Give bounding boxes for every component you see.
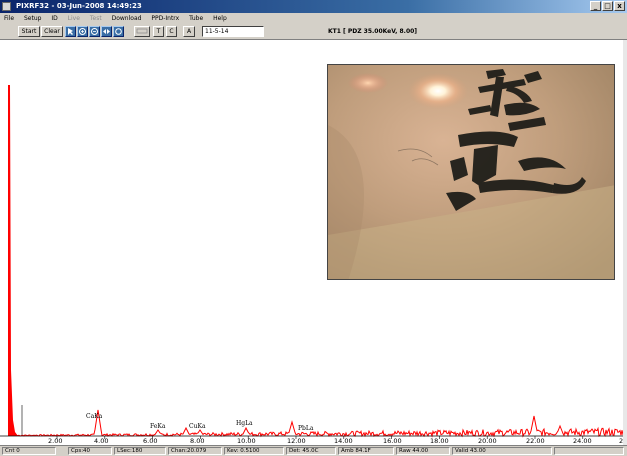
close-button[interactable]: x (614, 1, 625, 11)
disabled-tool-button[interactable] (134, 26, 150, 37)
peak-label-cuka: CuKa (189, 423, 206, 430)
maximize-button[interactable]: □ (602, 1, 613, 11)
status-bar: Cnt 0 Cps:40 LSec:180 Chan:20.079 Kev: 0… (0, 445, 627, 456)
tick-label: 4.00 (94, 437, 108, 445)
status-valid: Valid 43.00 (452, 447, 552, 455)
zoom-in-icon[interactable] (77, 26, 88, 37)
menu-test[interactable]: Test (90, 15, 102, 22)
tick-label: 8.00 (190, 437, 204, 445)
peak-label-pbla: PbLa (298, 425, 314, 432)
menu-setup[interactable]: Setup (24, 15, 41, 22)
expand-icon[interactable] (101, 26, 112, 37)
spectrum-trace (17, 409, 627, 438)
status-raw: Raw 44.00 (396, 447, 450, 455)
menu-download[interactable]: Download (112, 15, 142, 22)
tick-label: 18.00 (430, 437, 449, 445)
a-button[interactable]: A (183, 26, 195, 37)
menu-bar: File Setup ID Live Test Download PPD-Int… (0, 13, 627, 24)
menu-id[interactable]: ID (51, 15, 57, 22)
status-count: Cnt 0 (2, 447, 56, 455)
zoom-out-icon[interactable] (89, 26, 100, 37)
status-ambient-temp: Amb 84.1F (338, 447, 394, 455)
menu-live[interactable]: Live (68, 15, 80, 22)
toolbar: Start Clear T C A 11-5-14 KT1 [ PDZ 35.0… (0, 24, 627, 40)
start-button[interactable]: Start (18, 26, 40, 37)
menu-file[interactable]: File (4, 15, 14, 22)
tick-label: 24.00 (573, 437, 592, 445)
menu-tube[interactable]: Tube (189, 15, 203, 22)
refresh-icon[interactable] (113, 26, 124, 37)
peak-label-hgla: HgLa (236, 420, 253, 427)
clear-button[interactable]: Clear (41, 26, 63, 37)
cursor-icon[interactable] (65, 26, 76, 37)
tick-label: 16.00 (383, 437, 402, 445)
vertical-scrollbar[interactable] (623, 40, 627, 445)
sample-camera-image (327, 64, 615, 280)
peak-label-feka: FeKa (150, 423, 166, 430)
t-button[interactable]: T (153, 26, 164, 37)
menu-ppd-intrx[interactable]: PPD-Intrx (151, 15, 179, 22)
tick-label: 14.00 (334, 437, 353, 445)
minimize-button[interactable]: _ (590, 1, 601, 11)
measurement-info: KT1 [ PDZ 35.00KeV, 8.00] (328, 28, 418, 35)
tick-label: 12.00 (287, 437, 306, 445)
menu-help[interactable]: Help (213, 15, 227, 22)
title-bar: PIXRF32 - 03-Jun-2008 14:49:23 _ □ x (0, 0, 627, 13)
tick-label: 10.00 (237, 437, 256, 445)
tick-label: 6.00 (143, 437, 157, 445)
status-cps: Cps:40 (68, 447, 112, 455)
c-button[interactable]: C (166, 26, 177, 37)
status-empty-panel (554, 447, 624, 455)
status-kev: Kev: 0.5100 (224, 447, 284, 455)
status-channel: Chan:20.079 (168, 447, 222, 455)
sample-id-field[interactable]: 11-5-14 (202, 26, 264, 37)
tick-label: 22.00 (526, 437, 545, 445)
status-detector-temp: Det: 45.0C (286, 447, 336, 455)
tick-label: 20.00 (478, 437, 497, 445)
tick-label: 2.00 (48, 437, 62, 445)
app-icon[interactable] (2, 2, 11, 11)
status-live-seconds: LSec:180 (114, 447, 166, 455)
window-title: PIXRF32 - 03-Jun-2008 14:49:23 (16, 2, 142, 10)
spectrum-initial-spike (8, 85, 18, 436)
peak-label-caka: CaKa (86, 413, 103, 420)
